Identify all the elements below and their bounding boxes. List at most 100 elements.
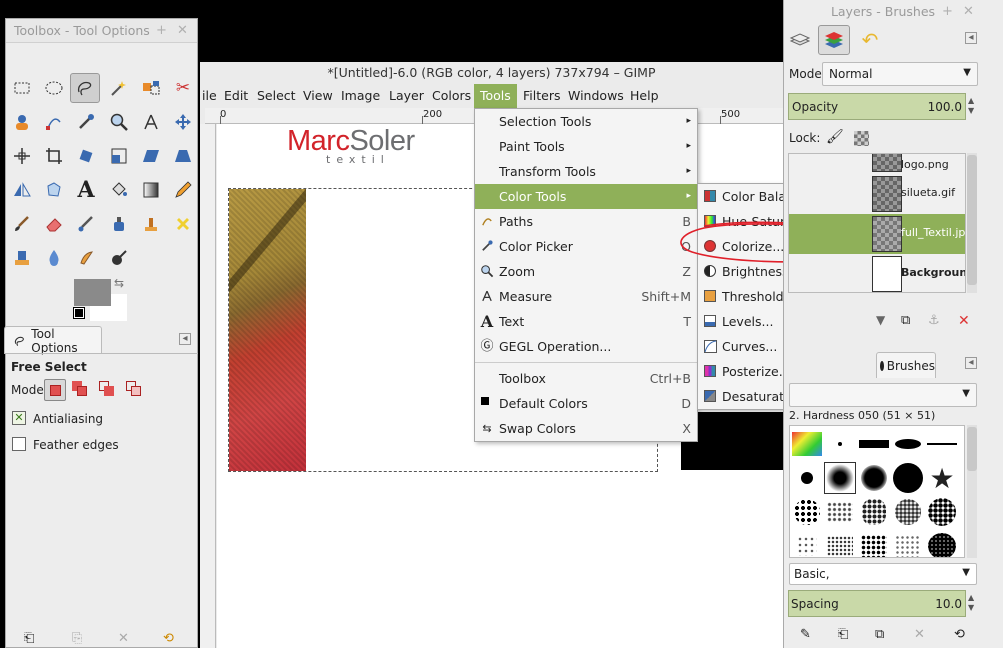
tab-layers[interactable] [785,26,815,54]
lock-pixels-icon[interactable]: 🖌 [826,129,844,145]
move-tool-icon[interactable] [168,107,198,137]
paintbrush-tool-icon[interactable] [7,209,37,239]
menu-image[interactable]: Image [335,84,386,108]
brushes-scrollbar[interactable] [967,425,977,558]
measure-tool-icon[interactable] [136,107,166,137]
scale-tool-icon[interactable] [104,141,134,171]
brush-tag-select[interactable]: Basic, ▼ [789,563,977,585]
layer-mode-select[interactable]: Normal ▼ [822,62,978,86]
ellipse-select-tool-icon[interactable] [39,73,69,103]
brush-cell[interactable] [791,530,823,557]
default-colors-icon[interactable] [73,307,85,319]
brush-cell[interactable] [892,496,924,528]
menu-colors[interactable]: Colors [426,84,477,108]
add-tab-icon[interactable]: + [942,4,953,19]
menu-select[interactable]: Select [251,84,302,108]
menu-item-transform-tools[interactable]: Transform Tools ▸ [475,159,697,184]
brush-cell-selected[interactable] [824,462,856,494]
dodge-burn-tool-icon[interactable] [104,243,134,273]
reset-options-icon[interactable]: ⟲ [163,631,174,646]
refresh-brushes-icon[interactable]: ⟲ [954,627,965,642]
brush-cell[interactable] [824,530,856,557]
delete-layer-icon[interactable]: ✕ [958,313,970,329]
spacing-slider[interactable]: Spacing 10.0 [788,590,966,617]
menu-tools[interactable]: Tools [474,84,517,108]
layer-row[interactable]: logo.png [789,154,965,174]
foreground-select-tool-icon[interactable] [7,107,37,137]
heal-tool-icon[interactable] [168,209,198,239]
free-select-tool-icon[interactable] [70,73,100,103]
blend-tool-icon[interactable] [136,175,166,205]
opacity-spin-buttons[interactable]: ▲ ▼ [968,96,974,116]
brush-cell[interactable] [858,496,890,528]
scissors-tool-icon[interactable]: ✂ [168,73,198,103]
menu-layer[interactable]: Layer [383,84,430,108]
shear-tool-icon[interactable] [136,141,166,171]
rotate-tool-icon[interactable] [71,141,101,171]
brush-cell[interactable] [824,428,856,460]
menu-item-gegl-operation[interactable]: Ⓖ GEGL Operation... [475,334,697,359]
tab-channels[interactable] [818,25,850,55]
menu-item-zoom[interactable]: Zoom Z [475,259,697,284]
crop-tool-icon[interactable] [39,141,69,171]
menu-view[interactable]: View [297,84,339,108]
duplicate-layer-icon[interactable]: ⧉ [901,313,910,328]
bucket-fill-tool-icon[interactable] [104,175,134,205]
brush-cell[interactable] [892,428,924,460]
brush-grid[interactable]: ★ [789,425,965,558]
rect-select-tool-icon[interactable] [7,73,37,103]
save-options-icon[interactable]: ⎗ [24,631,34,646]
antialiasing-checkbox[interactable]: ✕ [12,411,26,425]
lock-alpha-icon[interactable] [854,131,869,146]
anchor-layer-icon[interactable]: ⚓ [928,313,940,328]
swap-colors-icon[interactable]: ⇆ [114,276,124,290]
brush-cell[interactable] [791,496,823,528]
menu-windows[interactable]: Windows [562,84,630,108]
perspective-tool-icon[interactable] [168,141,198,171]
foreground-color-swatch[interactable] [74,279,111,306]
lower-layer-icon[interactable]: ▼ [876,313,885,327]
mode-intersect-button[interactable] [126,381,142,397]
airbrush-tool-icon[interactable] [71,209,101,239]
brush-cell[interactable] [892,462,924,494]
smudge-tool-icon[interactable] [71,243,101,273]
text-tool-icon[interactable]: A [71,175,101,205]
tab-brushes[interactable]: Brushes [876,352,936,378]
mode-add-button[interactable] [72,381,88,397]
brush-filter-select[interactable]: ▼ [789,383,977,407]
brush-cell[interactable]: ★ [926,462,958,495]
tab-undo-history[interactable]: ↶ [855,26,885,54]
mode-subtract-button[interactable] [99,381,115,397]
duplicate-brush-icon[interactable]: ⧉ [875,627,884,642]
brush-cell[interactable] [824,496,856,528]
clone-tool-icon[interactable] [136,209,166,239]
flip-tool-icon[interactable] [7,175,37,205]
brush-cell[interactable] [858,530,890,557]
paths-tool-icon[interactable] [39,107,69,137]
menu-edit[interactable]: Edit [218,84,254,108]
menu-item-toolbox[interactable]: Toolbox Ctrl+B [475,366,697,391]
brush-cell[interactable] [791,428,823,460]
menu-item-default-colors[interactable]: Default Colors D [475,391,697,416]
menu-item-swap-colors[interactable]: ⇆ Swap Colors X [475,416,697,441]
brush-cell[interactable] [858,428,890,460]
blur-tool-icon[interactable] [39,243,69,273]
menu-help[interactable]: Help [624,84,665,108]
brush-cell[interactable] [791,462,823,494]
edit-brush-icon[interactable]: ✎ [800,627,811,642]
new-brush-icon[interactable]: ⎗ [838,627,848,642]
delete-options-icon[interactable]: ✕ [118,631,129,646]
tab-menu-icon[interactable]: ◂ [965,357,977,369]
ink-tool-icon[interactable] [104,209,134,239]
feather-edges-checkbox[interactable] [12,437,26,451]
brush-cell[interactable] [892,530,924,557]
align-tool-icon[interactable] [7,141,37,171]
menu-item-color-picker[interactable]: Color Picker O [475,234,697,259]
fuzzy-select-tool-icon[interactable] [103,73,133,103]
brush-cell[interactable] [926,530,958,557]
color-picker-tool-icon[interactable] [71,107,101,137]
restore-options-icon[interactable]: ⎘ [72,631,82,646]
menu-item-color-tools[interactable]: Color Tools ▸ [475,184,697,209]
spacing-spin-buttons[interactable]: ▲ ▼ [968,593,974,613]
layer-row[interactable]: silueta.gif [789,174,965,214]
